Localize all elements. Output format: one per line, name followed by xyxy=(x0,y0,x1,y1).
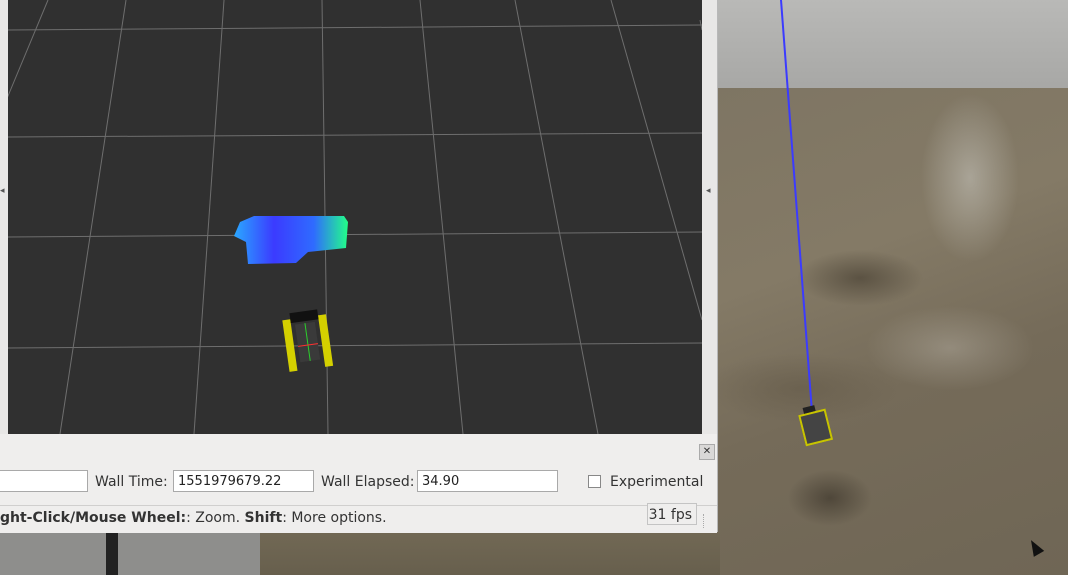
left-dock-handle[interactable]: ◂ xyxy=(0,0,8,434)
experimental-label: Experimental xyxy=(610,474,704,490)
wall-time-field[interactable]: 1551979679.22 xyxy=(173,470,314,492)
ros-elapsed-field[interactable] xyxy=(0,470,88,492)
status-hint-zoom: : Zoom. xyxy=(186,510,245,526)
fps-indicator: 31 fps xyxy=(647,503,697,525)
wall-elapsed-field[interactable]: 34.90 xyxy=(417,470,558,492)
gazebo-floor xyxy=(0,530,260,575)
gazebo-sky xyxy=(700,0,1068,95)
collapse-right-icon[interactable]: ◂ xyxy=(706,186,711,196)
gazebo-terrain-lower xyxy=(250,530,720,575)
gazebo-post xyxy=(106,530,118,575)
status-bar: ght-Click/Mouse Wheel:: Zoom. Shift: Mor… xyxy=(0,505,717,533)
rviz-robot-model[interactable] xyxy=(281,308,334,372)
close-icon[interactable]: ✕ xyxy=(699,444,715,460)
status-hint-shift: Shift xyxy=(244,510,283,526)
pointcloud-patch xyxy=(234,216,348,264)
collapse-left-icon[interactable]: ◂ xyxy=(0,186,5,196)
rviz-render-panel[interactable] xyxy=(8,0,702,434)
status-hint-options: : More options. xyxy=(282,510,387,526)
status-hint-mouse: ght-Click/Mouse Wheel: xyxy=(0,510,187,526)
status-hint: ght-Click/Mouse Wheel:: Zoom. Shift: Mor… xyxy=(0,510,387,526)
gazebo-terrain xyxy=(700,88,1068,575)
rviz-scene xyxy=(8,0,702,434)
wall-time-label: Wall Time: xyxy=(95,474,168,490)
wall-elapsed-label: Wall Elapsed: xyxy=(321,474,415,490)
resize-grip[interactable] xyxy=(703,514,714,528)
grid xyxy=(8,0,702,434)
right-dock-handle[interactable]: ◂ xyxy=(702,0,717,434)
experimental-checkbox[interactable] xyxy=(588,475,601,488)
rviz-window: ◂ ◂ ✕ Wall Time: 1551979679.22 Wall Elap… xyxy=(0,0,718,533)
